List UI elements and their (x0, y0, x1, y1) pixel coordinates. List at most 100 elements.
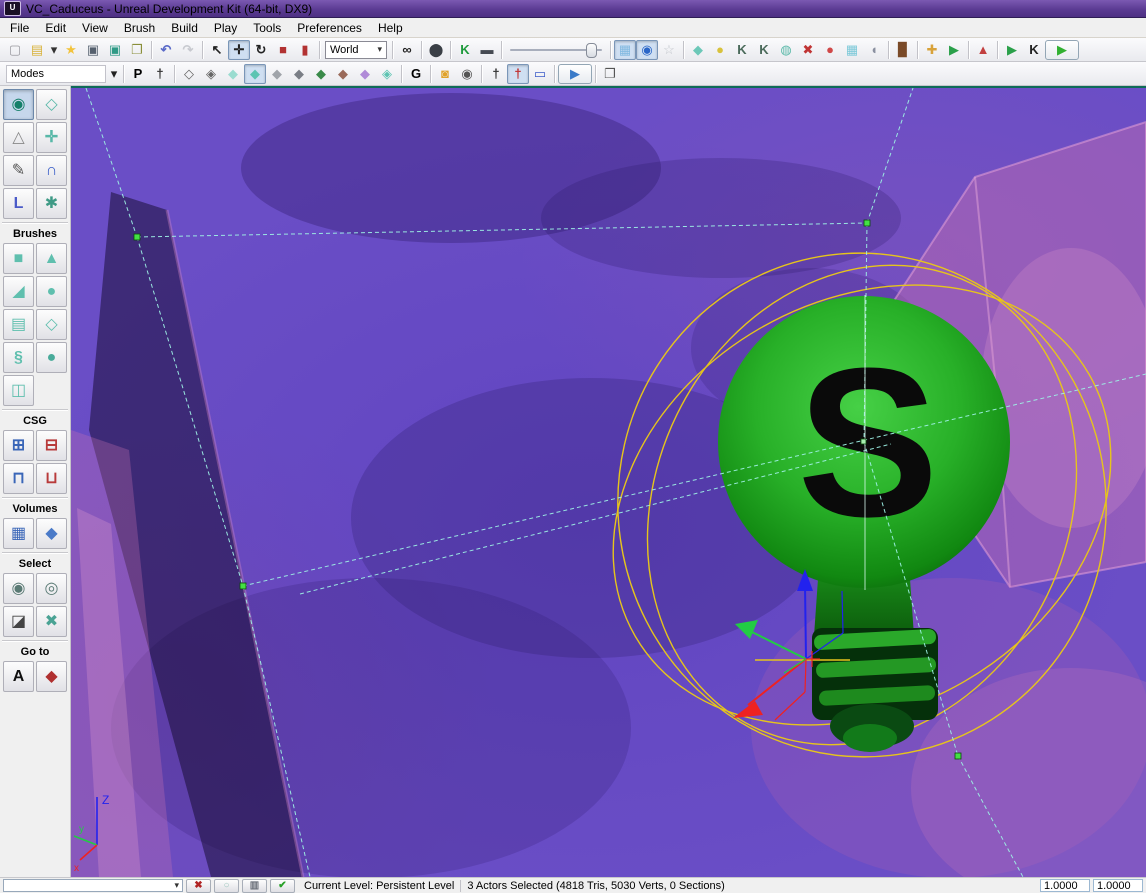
brush-curved-stairs-button[interactable]: ◢ (3, 276, 34, 307)
brush-polys-button[interactable]: ◆ (687, 40, 709, 60)
redo-button[interactable]: ↷ (177, 40, 199, 60)
menu-file[interactable]: File (2, 19, 37, 37)
play-on-device-button[interactable]: ▶ (943, 40, 965, 60)
menu-preferences[interactable]: Preferences (289, 19, 370, 37)
texture-align-mode-button[interactable]: ✛ (36, 122, 67, 153)
perspective-toggle-button[interactable]: P (127, 64, 149, 84)
terrain-mode-button[interactable]: △ (3, 122, 34, 153)
menu-view[interactable]: View (74, 19, 116, 37)
brush-sheet-volume-button[interactable]: ◫ (3, 375, 34, 406)
rotation-grid-input[interactable] (1093, 879, 1143, 892)
brush-sphere-button[interactable]: ● (36, 342, 67, 373)
brush-cone-button[interactable]: ▲ (36, 243, 67, 274)
camera-ok-button[interactable]: ✔ (270, 878, 295, 893)
landscape-mode-button[interactable]: L (3, 188, 34, 219)
joystick-dark-button[interactable]: † (485, 64, 507, 84)
csg-subtract-button[interactable]: ⊟ (36, 430, 67, 461)
geometry-mode-button[interactable]: ◇ (36, 89, 67, 120)
matinee-button[interactable]: ▬ (476, 40, 498, 60)
open-recent-arrow-button[interactable]: ▾ (48, 40, 60, 60)
socket-snapping-button[interactable]: K (731, 40, 753, 60)
menu-brush[interactable]: Brush (116, 19, 163, 37)
light-complexity-button[interactable]: ◆ (310, 64, 332, 84)
menu-play[interactable]: Play (206, 19, 245, 37)
select-visible-button[interactable]: ◉ (3, 573, 34, 604)
mobile-settings-button[interactable]: ✚ (921, 40, 943, 60)
lightmap-density-button[interactable]: ▦ (841, 40, 863, 60)
new-map-button[interactable]: ▢ (4, 40, 26, 60)
content-browser-button[interactable]: ⬤ (425, 40, 447, 60)
lightmap-view-button[interactable]: ◈ (376, 64, 398, 84)
camera-speed-slider[interactable] (510, 41, 602, 59)
favorite-level-button[interactable]: ☆ (658, 40, 680, 60)
undo-button[interactable]: ↶ (155, 40, 177, 60)
promote-window-button[interactable]: ❐ (599, 64, 621, 84)
game-view-button[interactable]: ◉ (636, 39, 658, 60)
no-translucent-selection-button[interactable]: ✖ (797, 40, 819, 60)
modes-select[interactable]: Modes (6, 64, 106, 83)
brush-sheet-button[interactable]: ◇ (36, 309, 67, 340)
slider-thumb[interactable] (586, 42, 597, 58)
joystick-record-button[interactable]: † (507, 63, 529, 84)
play-level-button[interactable]: ▶ (558, 63, 592, 84)
kismet-debug-button[interactable]: K (1023, 40, 1045, 60)
rotate-tool-button[interactable]: ↻ (250, 40, 272, 60)
joystick-button[interactable]: † (149, 64, 171, 84)
modes-dropdown-button[interactable]: ▾ (108, 64, 120, 84)
save-all-levels-button[interactable]: ❐ (126, 40, 148, 60)
drag-grid-input[interactable] (1040, 879, 1090, 892)
shader-complexity-button[interactable]: ◆ (332, 64, 354, 84)
camera-eye-button[interactable]: ◉ (456, 64, 478, 84)
lit-view-button[interactable]: ◆ (244, 63, 266, 84)
title-bar[interactable]: U VC_Caduceus - Unreal Development Kit (… (0, 0, 1146, 18)
kill-sound-button[interactable]: ✖ (186, 878, 211, 893)
csg-deintersect-button[interactable]: ⊔ (36, 463, 67, 494)
brush-wireframe-view-button[interactable]: ◈ (200, 64, 222, 84)
play-in-editor-button[interactable]: ▶ (1045, 39, 1079, 60)
realtime-preview-button[interactable]: ▦ (614, 39, 636, 60)
menu-edit[interactable]: Edit (37, 19, 74, 37)
brush-spiral-stairs-button[interactable]: § (3, 342, 34, 373)
scale-tool-button[interactable]: ■ (272, 40, 294, 60)
kismet-button[interactable]: K (454, 40, 476, 60)
light-preview-button[interactable]: ○ (214, 878, 239, 893)
perspective-viewport[interactable]: S Z y x (71, 86, 1146, 877)
menu-help[interactable]: Help (370, 19, 411, 37)
brush-cylinder-button[interactable]: ● (36, 276, 67, 307)
translucent-selection-button[interactable]: ◍ (775, 40, 797, 60)
favorites-button[interactable]: ★ (60, 40, 82, 60)
select-tool-button[interactable]: ↖ (206, 40, 228, 60)
sprite-toggle-button[interactable]: ● (709, 40, 731, 60)
open-map-button[interactable]: ▤ (26, 40, 48, 60)
brush-linear-stairs-button[interactable]: ▤ (3, 309, 34, 340)
brush-cube-button[interactable]: ■ (3, 243, 34, 274)
geometry-edit-mode-button[interactable]: ✎ (3, 155, 34, 186)
deselect-all-button[interactable]: ✖ (36, 606, 67, 637)
vertex-snapping-button[interactable]: K (753, 40, 775, 60)
save-button[interactable]: ▣ (82, 40, 104, 60)
invert-selection-button[interactable]: ◪ (3, 606, 34, 637)
menu-build[interactable]: Build (163, 19, 206, 37)
detail-lighting-button[interactable]: ◆ (266, 64, 288, 84)
search-actors-button[interactable]: ∞ (396, 40, 418, 60)
level-stream-combo[interactable]: ▾ (3, 879, 183, 892)
static-mesh-mode-button[interactable]: ∩ (36, 155, 67, 186)
save-all-button[interactable]: ▣ (104, 40, 126, 60)
deploy-to-device-button[interactable]: ▲ (972, 40, 994, 60)
street-toggle-button[interactable]: ▥ (242, 878, 267, 893)
select-hidden-button[interactable]: ◎ (36, 573, 67, 604)
lock-selection-button[interactable]: ◙ (434, 64, 456, 84)
blocking-volume-button[interactable]: ◆ (36, 518, 67, 549)
add-volume-button[interactable]: ▦ (3, 518, 34, 549)
menu-tools[interactable]: Tools (245, 19, 289, 37)
foliage-mode-button[interactable]: ✱ (36, 188, 67, 219)
production-lighting-button[interactable]: ● (819, 40, 841, 60)
coordinate-system-select[interactable]: World ▾ (325, 40, 387, 59)
goto-builder-brush-button[interactable]: ◆ (36, 661, 67, 692)
realtime-audio-button[interactable]: ◖ (863, 40, 885, 60)
wireframe-view-button[interactable]: ◇ (178, 64, 200, 84)
csg-add-button[interactable]: ⊞ (3, 430, 34, 461)
texture-density-button[interactable]: ◆ (354, 64, 376, 84)
unlit-view-button[interactable]: ◆ (222, 64, 244, 84)
scale-nonuniform-button[interactable]: ▮ (294, 40, 316, 60)
